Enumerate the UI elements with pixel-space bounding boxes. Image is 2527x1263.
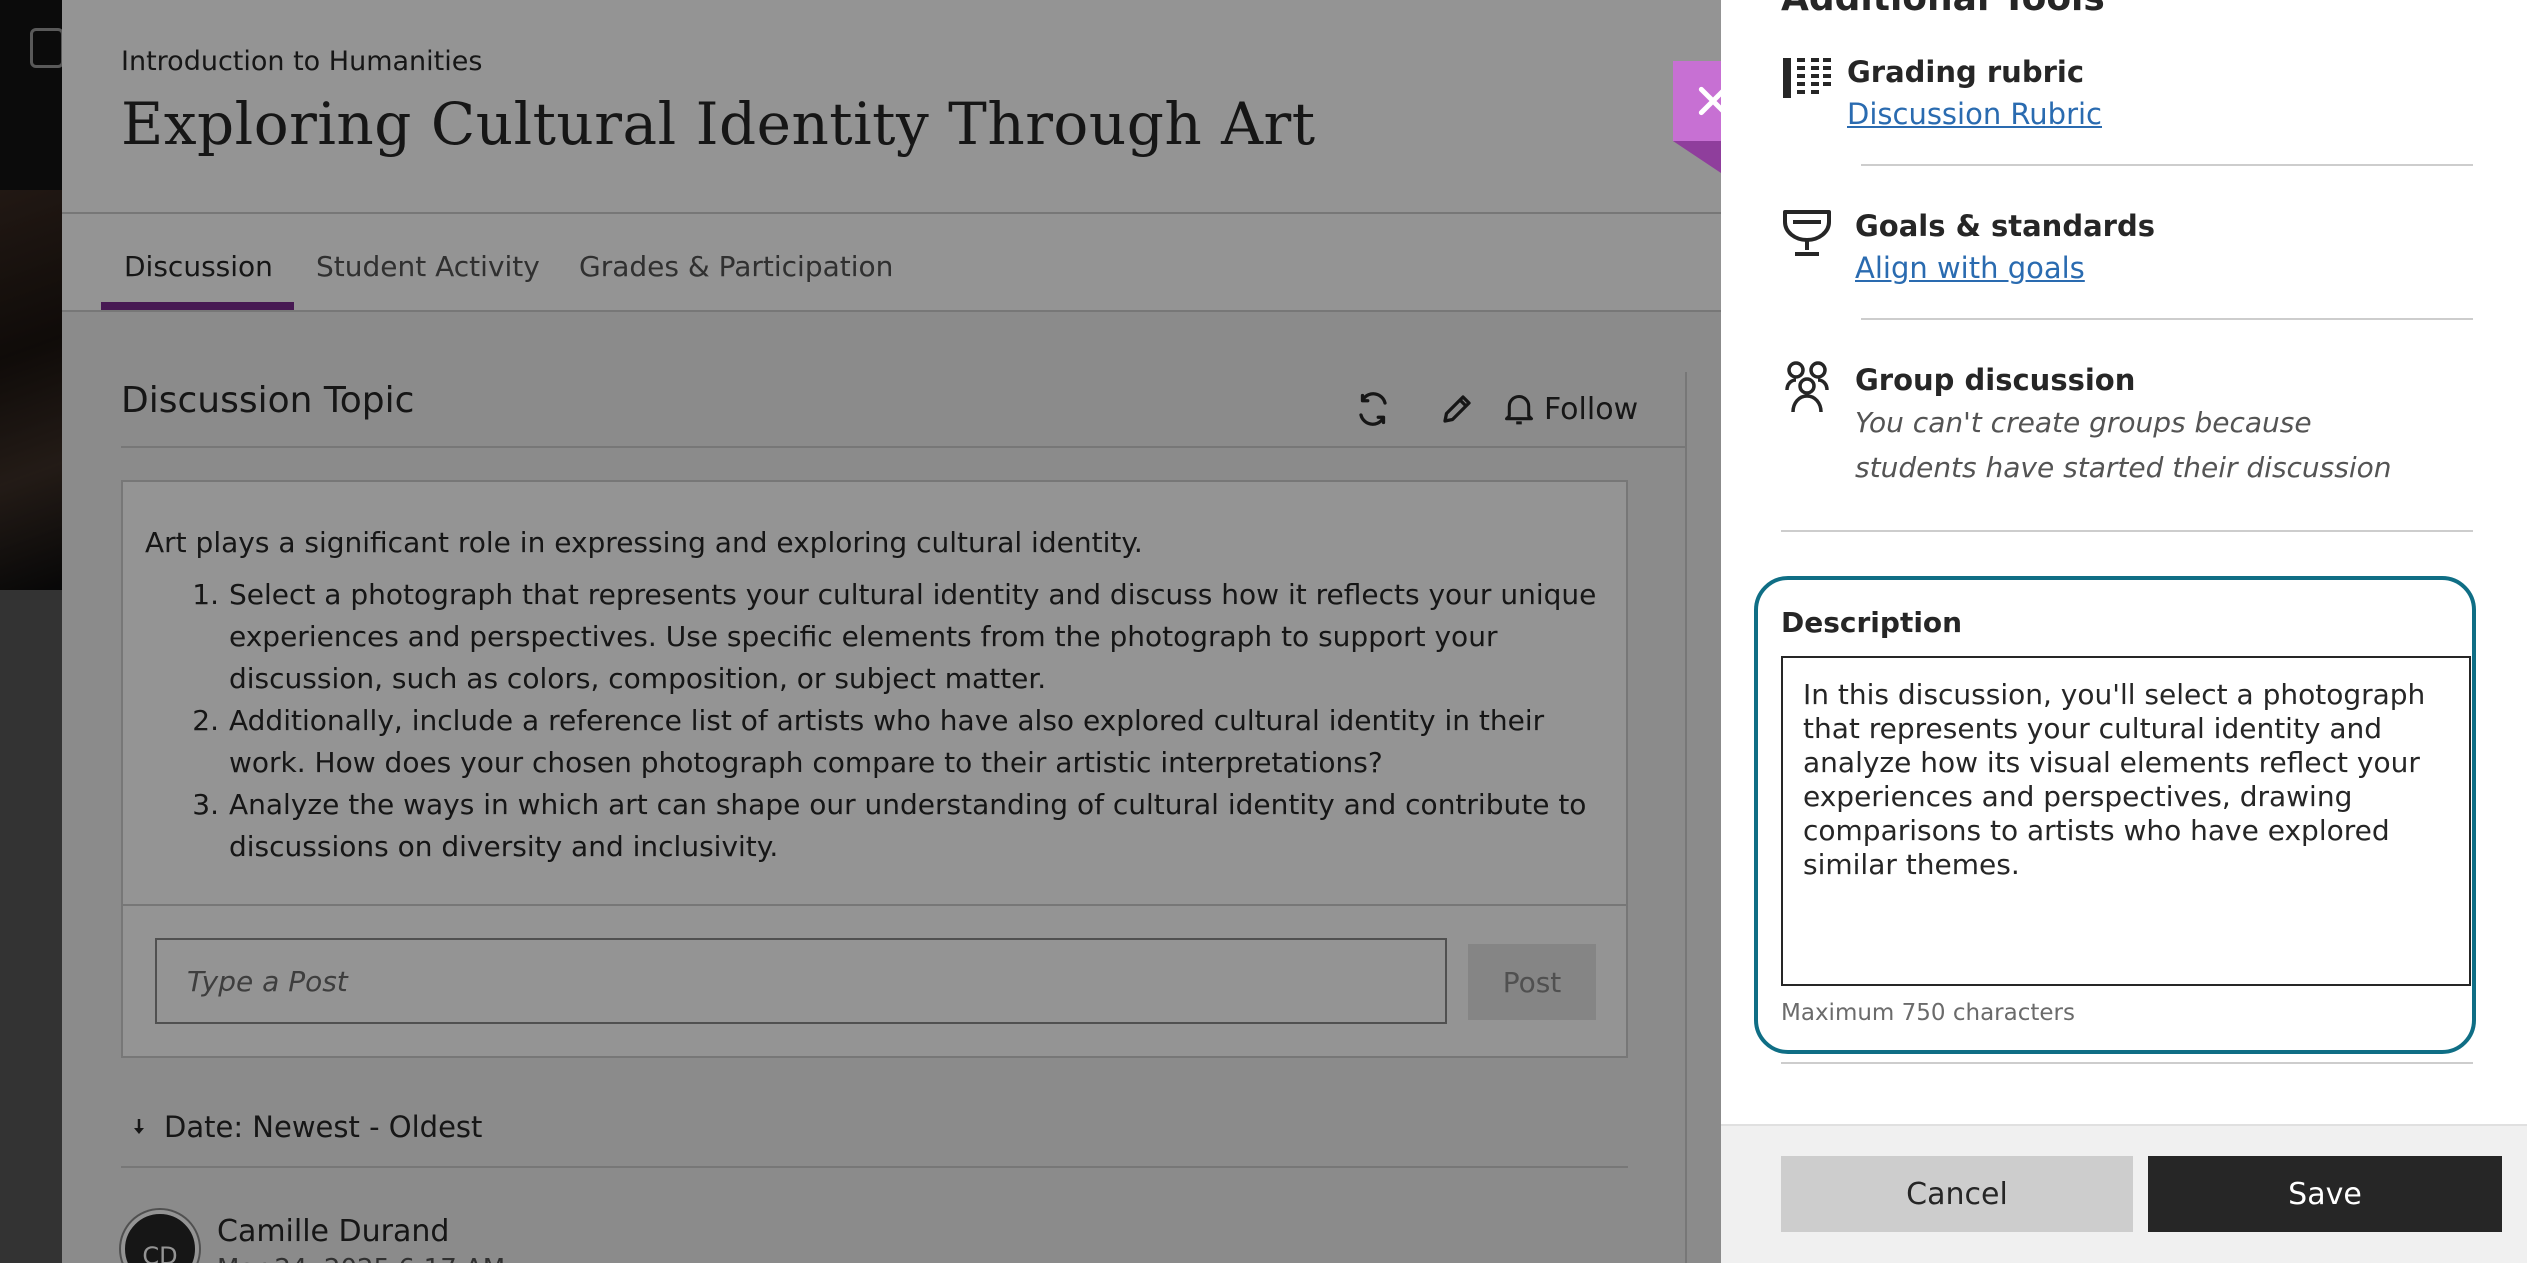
additional-tools-panel: Additional Tools Grading rubric Discussi…: [1721, 0, 2527, 1263]
divider: [1861, 318, 2473, 320]
description-hint: Maximum 750 characters: [1781, 1000, 2075, 1026]
close-tab-fold: [1673, 141, 1721, 173]
description-label: Description: [1781, 606, 1963, 639]
panel-footer: Cancel Save: [1721, 1124, 2527, 1263]
panel-heading: Additional Tools: [1781, 0, 2105, 19]
description-textarea[interactable]: In this discussion, you'll select a phot…: [1781, 656, 2471, 986]
rubric-title: Grading rubric: [1847, 55, 2085, 89]
divider: [1861, 164, 2473, 166]
modal-backdrop[interactable]: [0, 0, 1721, 1263]
goals-title: Goals & standards: [1855, 209, 2155, 243]
group-discussion-title: Group discussion: [1855, 363, 2136, 397]
grading-rubric-tool: Grading rubric Discussion Rubric: [1781, 52, 2102, 136]
divider: [1781, 1062, 2473, 1064]
divider: [1781, 530, 2473, 532]
group-discussion-tool: Group discussion You can't create groups…: [1781, 360, 2415, 490]
group-icon: [1785, 361, 1829, 413]
group-discussion-note: You can't create groups because students…: [1855, 406, 2392, 484]
rubric-icon: [1783, 58, 1831, 98]
trophy-icon: [1783, 210, 1831, 256]
save-button[interactable]: Save: [2148, 1156, 2502, 1232]
align-with-goals-link[interactable]: Align with goals: [1855, 246, 2155, 290]
cancel-button[interactable]: Cancel: [1781, 1156, 2133, 1232]
goals-standards-tool: Goals & standards Align with goals: [1781, 206, 2155, 290]
discussion-rubric-link[interactable]: Discussion Rubric: [1847, 92, 2102, 136]
